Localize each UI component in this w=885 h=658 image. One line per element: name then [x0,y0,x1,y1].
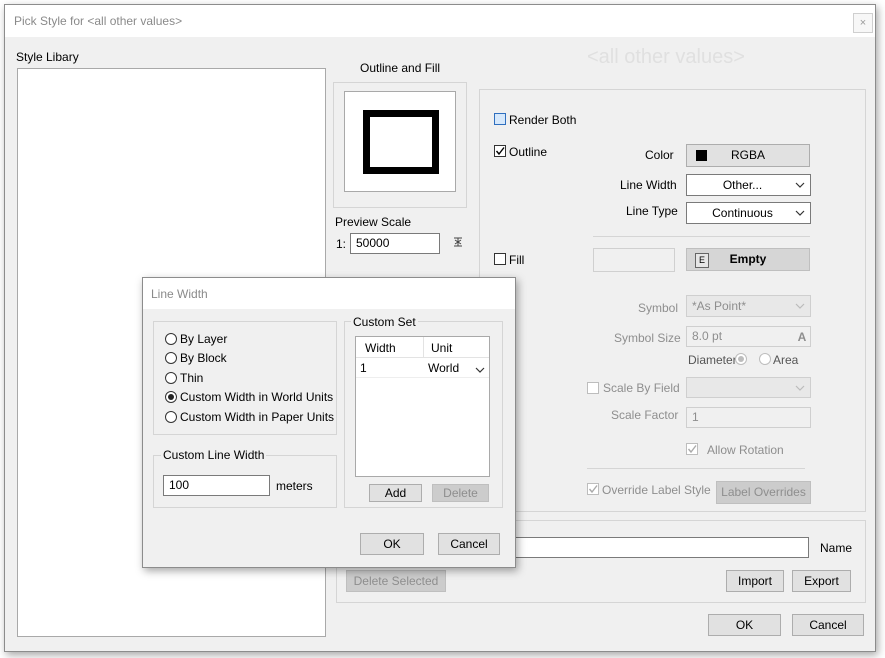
area-label: Area [773,353,799,367]
custom-paper-radio[interactable] [165,411,177,423]
thin-label: Thin [180,371,204,385]
fill-empty-button[interactable]: E Empty [686,248,810,271]
preview-scale-input[interactable]: 50000 [350,233,440,254]
scale-by-field-combo[interactable] [686,377,811,398]
delete-selected-button[interactable]: Delete Selected [346,570,446,592]
custom-line-width-label: Custom Line Width [161,448,267,462]
chevron-down-icon[interactable] [475,365,485,375]
render-both-checkbox[interactable] [494,113,506,125]
outline-fill-label: Outline and Fill [360,61,441,75]
line-type-value: Continuous [712,206,773,220]
style-library-label: Style Libary [16,50,79,64]
title-bar: Pick Style for <all other values> × [5,5,875,37]
allow-rotation-checkbox[interactable] [686,443,698,455]
dialog-title-bar: Line Width [143,278,515,309]
divider [593,236,810,237]
line-type-label: Line Type [626,204,678,218]
render-both-label: Render Both [509,113,577,127]
table-header: Width Unit [356,337,489,358]
allow-rotation-label: Allow Rotation [707,443,784,457]
scale-by-field-label: Scale By Field [603,381,680,395]
dialog-ok-button[interactable]: OK [360,533,424,555]
custom-set-table[interactable]: Width Unit 1 World [355,336,490,477]
preview-scale-prefix: 1: [336,237,347,251]
custom-paper-label: Custom Width in Paper Units [180,410,335,424]
import-button[interactable]: Import [726,570,784,592]
thin-radio[interactable] [165,372,177,384]
symbol-size-label: Symbol Size [614,331,681,345]
outline-checkbox[interactable] [494,145,506,157]
symbol-value: *As Point* [692,299,747,313]
fill-color-swatch[interactable] [593,248,675,272]
pin-icon[interactable] [452,236,464,248]
by-block-label: By Block [180,351,227,365]
by-block-radio[interactable] [165,352,177,364]
preview-rectangle [363,110,439,174]
line-width-dialog: Line Width By Layer By Block Thin Custom… [142,277,516,568]
style-preview [344,91,456,192]
fill-checkbox[interactable] [494,253,506,265]
window-title: Pick Style for <all other values> [14,14,183,28]
symbol-combo[interactable]: *As Point* [686,295,811,317]
units-label: meters [276,479,313,493]
chevron-down-icon [795,303,805,309]
color-label: Color [645,148,674,162]
by-layer-label: By Layer [180,332,228,346]
override-label-checkbox[interactable] [587,483,599,495]
label-overrides-button[interactable]: Label Overrides [716,481,811,504]
symbol-label: Symbol [638,301,679,315]
custom-set-label: Custom Set [351,315,418,329]
divider [587,468,805,469]
override-label-label: Override Label Style [602,483,711,497]
column-header-width: Width [365,341,396,355]
scale-factor-label: Scale Factor [611,408,679,422]
row-unit-cell: World [428,361,460,375]
scale-by-field-checkbox[interactable] [587,382,599,394]
close-button[interactable]: × [853,13,873,33]
delete-button[interactable]: Delete [432,484,489,502]
add-button[interactable]: Add [369,484,422,502]
line-width-value: Other... [722,178,763,192]
preview-scale-label: Preview Scale [335,215,412,229]
by-layer-radio[interactable] [165,333,177,345]
custom-world-label: Custom Width in World Units [180,390,334,404]
line-width-label: Line Width [620,178,677,192]
dialog-cancel-button[interactable]: Cancel [438,533,500,555]
custom-world-radio[interactable] [165,391,177,403]
diameter-radio[interactable] [735,353,747,365]
column-divider [423,337,424,357]
symbol-size-value: 8.0 pt [692,329,723,343]
symbol-size-input[interactable]: 8.0 pt A [686,326,811,347]
line-type-combo[interactable]: Continuous [686,202,811,224]
column-header-unit: Unit [431,341,453,355]
outline-label: Outline [509,145,548,159]
table-row[interactable]: 1 World [356,358,489,378]
line-width-combo[interactable]: Other... [686,174,811,196]
background-heading: <all other values> [587,46,745,68]
symbol-size-badge: A [797,330,807,344]
ok-button[interactable]: OK [708,614,781,636]
chevron-down-icon [795,210,805,216]
name-label: Name [820,541,853,555]
custom-line-width-input[interactable]: 100 [163,475,270,496]
chevron-down-icon [795,385,805,391]
color-swatch [696,150,707,161]
diameter-label: Diameter [688,353,737,367]
color-button-label: RGBA [730,148,765,162]
empty-tag-icon: E [695,253,709,268]
export-button[interactable]: Export [792,570,851,592]
cancel-button[interactable]: Cancel [792,614,864,636]
row-width-cell: 1 [360,361,367,375]
chevron-down-icon [795,182,805,188]
dialog-title: Line Width [151,287,208,301]
fill-label: Fill [509,253,525,267]
fill-empty-label: Empty [729,252,767,266]
scale-factor-input[interactable]: 1 [686,407,811,428]
style-name-input[interactable] [510,537,809,558]
area-radio[interactable] [759,353,771,365]
color-button[interactable]: RGBA [686,144,810,167]
